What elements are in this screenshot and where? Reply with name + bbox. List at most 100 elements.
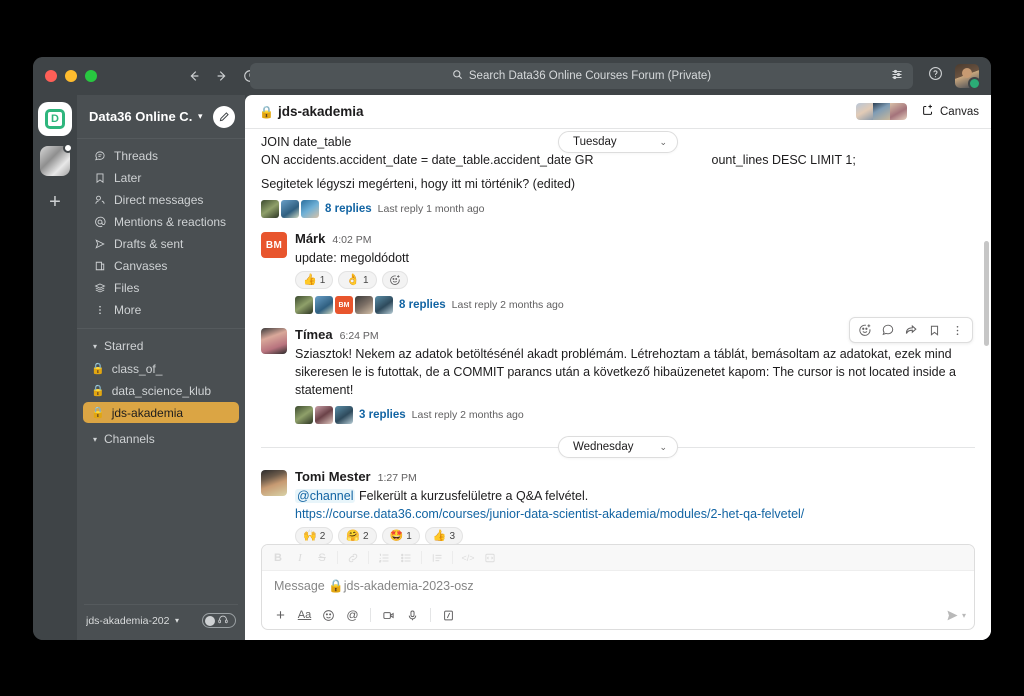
search-input[interactable]: Search Data36 Online Courses Forum (Priv… [250,63,913,89]
workspace-data36[interactable]: D [40,104,70,134]
italic-button[interactable]: I [290,548,310,568]
thread-reply-count[interactable]: 3 replies [359,409,406,421]
reaction-pill[interactable]: 👌 1 [338,271,377,289]
avatar[interactable]: BM [261,232,287,258]
workspace-secondary[interactable] [40,143,73,176]
scrollbar-thumb[interactable] [984,240,989,347]
sidebar-item-more[interactable]: More [77,299,245,321]
huddle-toggle[interactable] [202,613,236,628]
channel-mention[interactable]: @channel [295,489,356,503]
message-scrollbar[interactable] [984,189,989,424]
chevron-down-icon[interactable]: ▾ [198,111,203,122]
reaction-pill[interactable]: 👍 1 [295,271,334,289]
channel-title[interactable]: 🔒 jds-akademia [259,104,364,119]
sidebar-item-canvases[interactable]: Canvases [77,255,245,277]
sidebar-item-files[interactable]: Files [77,277,245,299]
reaction-pill[interactable]: 👍 3 [424,527,464,544]
bold-button[interactable]: B [268,548,288,568]
sidebar-item-jds-akademia[interactable]: 🔒 jds-akademia [83,402,239,423]
minimize-window-button[interactable] [65,70,77,82]
sidebar-item-later[interactable]: Later [77,167,245,189]
chevron-down-icon[interactable]: ▾ [175,616,179,625]
message-author[interactable]: Tímea [295,326,333,343]
workspace-name[interactable]: Data36 Online C... [89,109,193,124]
composer-actions: + Aa @ ▾ [262,601,974,629]
add-workspace-button[interactable]: + [49,192,61,212]
video-clip-button[interactable] [378,605,399,626]
sidebar-section-starred[interactable]: ▾ Starred [77,335,245,357]
maximize-window-button[interactable] [85,70,97,82]
sidebar-item-mentions-reactions[interactable]: Mentions & reactions [77,211,245,233]
close-window-button[interactable] [45,70,57,82]
message-timestamp[interactable]: 1:27 PM [378,470,417,487]
window-controls [45,70,97,82]
message-hover-toolbar [849,317,973,343]
add-canvas-icon [921,103,935,120]
date-divider-pill[interactable]: Tuesday ⌄ [558,131,678,153]
reaction-pill[interactable]: 🙌 2 [295,527,334,544]
blockquote-button[interactable] [427,548,447,568]
thread-reply-count[interactable]: 8 replies [325,200,372,218]
user-avatar[interactable] [955,64,981,90]
reply-in-thread-icon[interactable] [878,320,898,340]
add-reaction-icon[interactable] [855,320,875,340]
sidebar-item-data-science-klub[interactable]: 🔒 data_science_klub [83,380,239,401]
send-icon[interactable] [945,608,960,623]
sidebar-item-class-of[interactable]: 🔒 class_of_ [83,358,239,379]
message-input[interactable]: Message 🔒jds-akademia-2023-osz [262,571,974,601]
forward-arrow-icon[interactable] [215,69,229,83]
thread-summary[interactable]: 8 replies Last reply 1 month ago [261,198,975,220]
sidebar-item-threads[interactable]: Threads [77,145,245,167]
message-author[interactable]: Márk [295,230,325,247]
thread-avatar: BM [335,296,353,314]
ordered-list-button[interactable] [374,548,394,568]
attach-button[interactable]: + [270,605,291,626]
canvas-button[interactable]: Canvas [921,103,979,120]
message-author[interactable]: Tomi Mester [295,468,371,485]
thread-reply-count[interactable]: 8 replies [399,299,446,311]
lock-icon: 🔒 [91,363,105,375]
back-arrow-icon[interactable] [187,69,201,83]
sidebar-item-drafts-sent[interactable]: Drafts & sent [77,233,245,255]
sidebar-item-label: Drafts & sent [114,237,184,251]
toolbar-divider [421,551,422,564]
date-divider-pill[interactable]: Wednesday ⌄ [557,436,679,458]
reaction-count: 1 [362,274,369,286]
bookmark-icon [93,172,106,184]
filter-icon[interactable] [891,69,903,84]
formatting-toggle-button[interactable]: Aa [294,605,315,626]
emoji-button[interactable] [318,605,339,626]
forward-icon[interactable] [901,320,921,340]
send-options-caret[interactable]: ▾ [962,611,966,620]
sidebar-section-channels[interactable]: ▾ Channels [77,428,245,450]
link-button[interactable] [343,548,363,568]
sidebar-item-label: More [114,303,142,317]
thread-avatar [261,200,279,218]
more-actions-icon[interactable] [947,320,967,340]
message-timestamp[interactable]: 4:02 PM [332,232,371,249]
thread-summary[interactable]: 3 replies Last reply 2 months ago [295,404,975,426]
code-button[interactable]: </> [458,548,478,568]
save-for-later-icon[interactable] [924,320,944,340]
audio-clip-button[interactable] [402,605,423,626]
strikethrough-button[interactable]: S [312,548,332,568]
huddle-channel-label[interactable]: jds-akademia-202... [86,615,170,627]
message-timestamp[interactable]: 6:24 PM [340,328,379,345]
code-block-button[interactable] [480,548,500,568]
thread-summary[interactable]: BM 8 replies Last reply 2 months ago [295,294,975,316]
reaction-pill[interactable]: 🤗 2 [338,527,377,544]
avatar[interactable] [261,470,287,496]
formatting-toolbar: B I S </> [262,545,974,571]
message-link[interactable]: https://course.data36.com/courses/junior… [295,507,804,521]
mention-button[interactable]: @ [342,605,363,626]
compose-icon[interactable] [213,105,235,128]
reaction-pill[interactable]: 🤩 1 [381,527,420,544]
desktop-background: Search Data36 Online Courses Forum (Priv… [0,0,1024,696]
help-icon[interactable] [928,66,943,86]
add-reaction-button[interactable] [381,271,408,289]
channel-members[interactable] [856,103,907,120]
avatar[interactable] [261,328,287,354]
sidebar-item-direct-messages[interactable]: Direct messages [77,189,245,211]
bulleted-list-button[interactable] [396,548,416,568]
slash-command-button[interactable] [438,605,459,626]
